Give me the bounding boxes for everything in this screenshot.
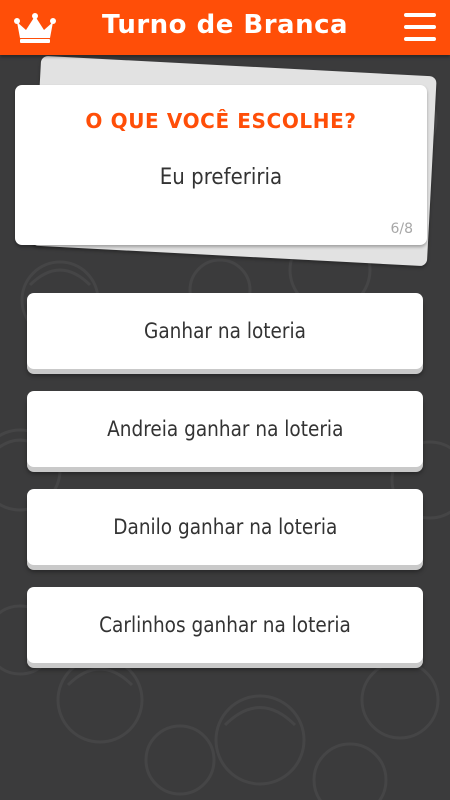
question-card-stack: O QUE VOCÊ ESCOLHE? Eu preferiria 6/8	[14, 55, 437, 267]
answer-options: Ganhar na loteria Andreia ganhar na lote…	[27, 293, 423, 685]
question-card: O QUE VOCÊ ESCOLHE? Eu preferiria 6/8	[15, 85, 427, 245]
menu-line-icon	[404, 25, 436, 29]
answer-option-label: Ganhar na loteria	[144, 319, 306, 343]
menu-line-icon	[404, 37, 436, 41]
top-app-bar: Turno de Branca	[0, 0, 450, 55]
answer-option-button[interactable]: Danilo ganhar na loteria	[27, 489, 423, 565]
app-screen: Turno de Branca O QUE VOCÊ ESCOLHE? Eu p…	[0, 0, 450, 800]
answer-option-button[interactable]: Carlinhos ganhar na loteria	[27, 587, 423, 663]
answer-option-button[interactable]: Andreia ganhar na loteria	[27, 391, 423, 467]
answer-option-label: Andreia ganhar na loteria	[106, 417, 344, 441]
crown-icon	[14, 13, 56, 43]
answer-option-label: Carlinhos ganhar na loteria	[99, 613, 351, 637]
answer-option-button[interactable]: Ganhar na loteria	[27, 293, 423, 369]
menu-line-icon	[404, 13, 436, 17]
app-title: Turno de Branca	[101, 10, 349, 40]
question-prompt: Eu preferiria	[159, 165, 283, 190]
question-title: O QUE VOCÊ ESCOLHE?	[85, 109, 357, 133]
question-progress: 6/8	[390, 221, 413, 237]
hamburger-menu-button[interactable]	[402, 10, 438, 44]
answer-option-label: Danilo ganhar na loteria	[112, 515, 338, 539]
crown-button[interactable]	[12, 10, 58, 46]
